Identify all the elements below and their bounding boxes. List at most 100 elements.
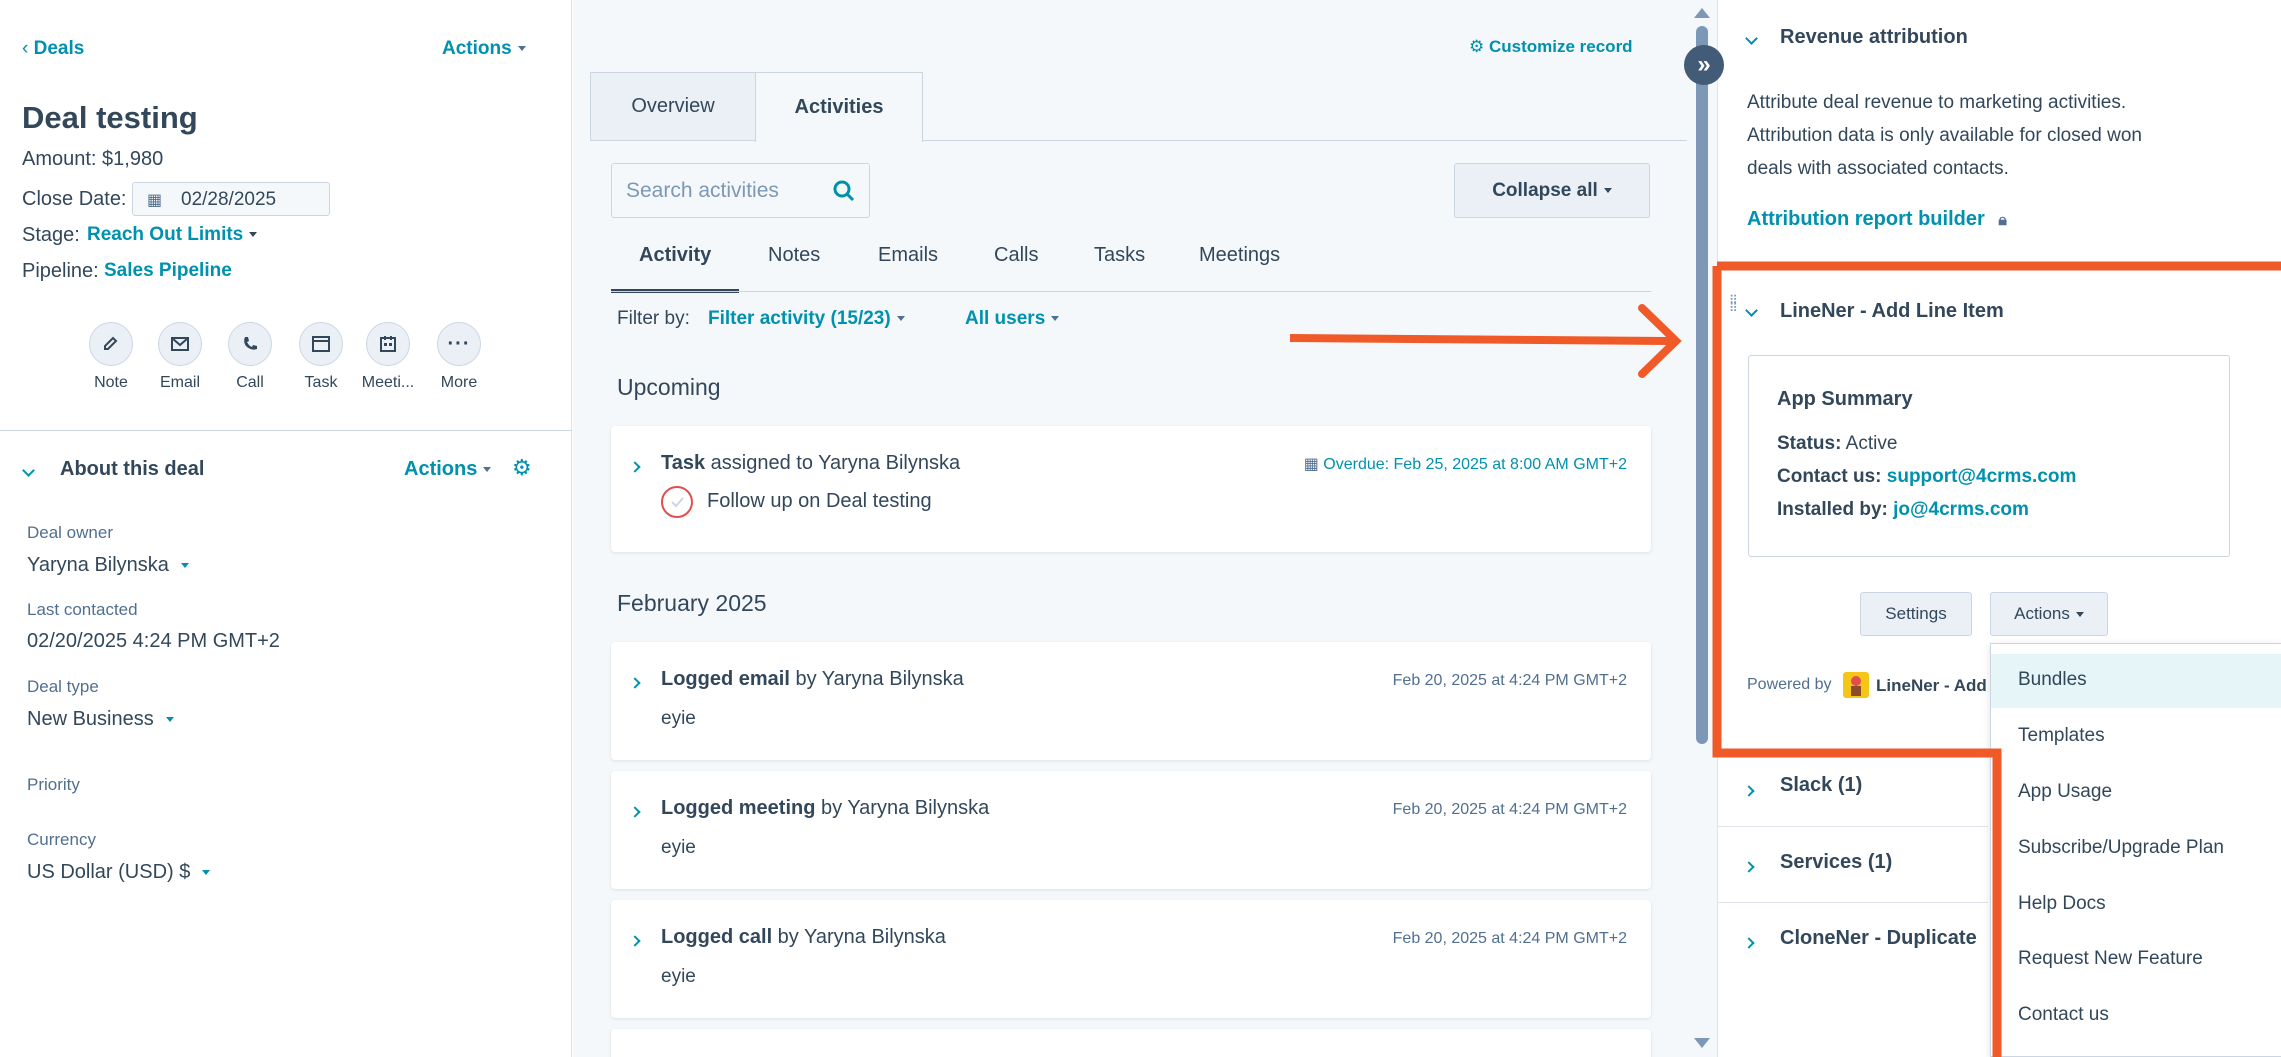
attribution-report-builder-link[interactable]: Attribution report builder 🔒︎ (1747, 208, 2007, 231)
chevron-right-icon[interactable] (1743, 934, 1755, 952)
scroll-down-arrow-icon[interactable] (1694, 1038, 1710, 1048)
note-button[interactable]: Note (71, 322, 151, 392)
subtab-tasks[interactable]: Tasks (1094, 244, 1145, 267)
collapse-all-button[interactable]: Collapse all (1454, 163, 1650, 218)
subtab-notes[interactable]: Notes (768, 244, 820, 267)
activity-timeline-panel: ⚙ Customize record Overview Activities S… (573, 0, 1688, 1057)
deal-type-select[interactable]: New Business (27, 708, 174, 731)
menu-item-help-docs[interactable]: Help Docs (2018, 893, 2106, 915)
installed-email-link[interactable]: jo@4crms.com (1893, 499, 2029, 520)
app-actions-button[interactable]: Actions (1990, 592, 2108, 636)
chevron-right-icon[interactable] (629, 674, 641, 692)
pipeline-label: Pipeline: (22, 260, 99, 282)
more-button[interactable]: ··· More (419, 322, 499, 392)
revenue-attribution-title[interactable]: Revenue attribution (1780, 26, 1968, 49)
chevron-right-icon[interactable] (629, 803, 641, 821)
tab-overview[interactable]: Overview (590, 72, 756, 141)
activity-card-email[interactable]: Logged email by Yaryna Bilynska eyie Feb… (611, 642, 1651, 760)
record-sidebar: ‹ Deals Actions Deal testing Amount: $1,… (0, 0, 572, 1057)
task-complete-checkbox[interactable] (661, 486, 693, 518)
task-subject[interactable]: Follow up on Deal testing (707, 490, 932, 513)
task-assignee: assigned to Yaryna Bilynska (705, 452, 961, 474)
stage-select[interactable]: Reach Out Limits (87, 224, 258, 246)
about-actions-button[interactable]: Actions (404, 458, 492, 481)
tab-overview-label: Overview (631, 95, 715, 117)
menu-item-contact-us[interactable]: Contact us (2018, 1004, 2109, 1026)
currency-select[interactable]: US Dollar (USD) $ (27, 861, 211, 884)
priority-value[interactable] (27, 800, 327, 828)
activity-author: by Yaryna Bilynska (789, 668, 964, 690)
subtab-emails[interactable]: Emails (878, 244, 938, 267)
slack-section-title[interactable]: Slack (1) (1780, 774, 1862, 797)
subtab-activity[interactable]: Activity (639, 244, 711, 267)
chevron-right-icon[interactable] (1743, 782, 1755, 800)
subtab-meetings[interactable]: Meetings (1199, 244, 1280, 267)
activity-timestamp: Feb 20, 2025 at 4:24 PM GMT+2 (1392, 801, 1627, 818)
divider (0, 430, 572, 431)
task-card[interactable]: Task assigned to Yaryna Bilynska Follow … (611, 426, 1651, 552)
activity-type: Logged email (661, 668, 790, 690)
chevron-down-icon[interactable] (1745, 30, 1758, 48)
search-activities-input[interactable]: Search activities (611, 163, 870, 218)
note-label: Note (94, 374, 128, 391)
chevron-right-icon[interactable] (629, 932, 641, 950)
meeting-label: Meeti... (361, 374, 415, 391)
all-users-dropdown[interactable]: All users (965, 308, 1060, 330)
menu-item-subscribe[interactable]: Subscribe/Upgrade Plan (2018, 837, 2224, 859)
note-icon (89, 322, 133, 366)
timeline-scrollbar[interactable] (1687, 0, 1717, 1057)
chevron-down-icon[interactable] (22, 462, 35, 480)
activity-author: by Yaryna Bilynska (815, 797, 990, 819)
activity-card-partial[interactable] (611, 1029, 1651, 1057)
menu-item-request-feature[interactable]: Request New Feature (2018, 948, 2203, 970)
record-actions-button[interactable]: Actions (442, 38, 526, 60)
clonener-section-title[interactable]: CloneNer - Duplicate (1780, 927, 1977, 950)
calendar-icon: ▦ (147, 192, 163, 209)
record-title[interactable]: Deal testing (22, 100, 198, 136)
settings-gear-icon[interactable]: ⚙ (512, 455, 532, 481)
deal-owner-select[interactable]: Yaryna Bilynska (27, 554, 189, 577)
close-date-input[interactable]: ▦ 02/28/2025 (132, 182, 330, 216)
tab-activities[interactable]: Activities (755, 72, 923, 142)
priority-label: Priority (27, 775, 80, 794)
app-actions-label: Actions (2014, 604, 2070, 623)
installed-label: Installed by: (1777, 499, 1888, 520)
drag-handle-icon[interactable]: ⠿ ⠿ (1729, 294, 1738, 328)
installed-row: Installed by: jo@4crms.com (1777, 499, 2029, 521)
toggle-sidebar-button[interactable]: » (1684, 45, 1724, 85)
about-section-title[interactable]: About this deal (60, 458, 204, 481)
meeting-button[interactable]: Meeti... (348, 322, 428, 392)
scroll-up-arrow-icon[interactable] (1694, 8, 1710, 18)
subtab-calls[interactable]: Calls (994, 244, 1038, 267)
email-button[interactable]: Email (140, 322, 220, 392)
menu-item-bundles[interactable]: Bundles (2018, 669, 2087, 691)
chevron-right-icon[interactable] (629, 458, 641, 476)
chevron-down-icon[interactable] (1745, 302, 1758, 320)
caret-down-icon (249, 232, 258, 238)
activity-title: Logged email by Yaryna Bilynska (661, 668, 964, 691)
search-icon[interactable] (832, 179, 856, 203)
attribution-link-label: Attribution report builder (1747, 208, 1985, 230)
powered-by-app-name[interactable]: LineNer - Add (1876, 676, 1987, 696)
menu-item-templates[interactable]: Templates (2018, 725, 2105, 747)
menu-item-app-usage[interactable]: App Usage (2018, 781, 2112, 803)
services-section-title[interactable]: Services (1) (1780, 851, 1892, 874)
filter-activity-dropdown[interactable]: Filter activity (15/23) (708, 308, 905, 330)
contact-label: Contact us: (1777, 466, 1882, 487)
chevron-right-icon[interactable] (1743, 858, 1755, 876)
scroll-thumb[interactable] (1696, 26, 1708, 744)
pipeline-value[interactable]: Sales Pipeline (104, 260, 232, 282)
gear-icon: ⚙ (1469, 37, 1485, 56)
customize-record-link[interactable]: ⚙ Customize record (1469, 37, 1633, 57)
collapse-all-label: Collapse all (1492, 179, 1598, 201)
caret-down-icon (517, 46, 526, 52)
customize-label: Customize record (1488, 37, 1633, 56)
activity-card-call[interactable]: Logged call by Yaryna Bilynska eyie Feb … (611, 900, 1651, 1018)
call-button[interactable]: Call (210, 322, 290, 392)
contact-email-link[interactable]: support@4crms.com (1887, 466, 2077, 487)
activity-card-meeting[interactable]: Logged meeting by Yaryna Bilynska eyie F… (611, 771, 1651, 889)
linener-section-title[interactable]: LineNer - Add Line Item (1780, 300, 2004, 323)
settings-button[interactable]: Settings (1860, 592, 1972, 636)
deal-owner-label: Deal owner (27, 523, 113, 542)
back-to-deals-link[interactable]: ‹ Deals (22, 38, 84, 60)
